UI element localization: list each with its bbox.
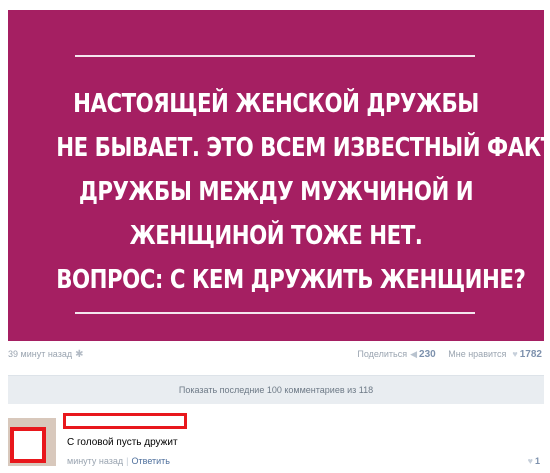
- comment-meta: минуту назад | Ответить: [67, 456, 170, 466]
- comment-like-button[interactable]: ♥ 1: [528, 456, 540, 466]
- meta-separator: |: [126, 456, 129, 466]
- comment-time[interactable]: минуту назад: [67, 456, 123, 466]
- comment-item: С головой пусть дружит минуту назад | Отве…: [8, 412, 544, 468]
- gear-icon[interactable]: ✱: [75, 349, 83, 360]
- post-meta-bar: 39 минут назад ✱ Поделиться ◀ 230 Мне нрави…: [8, 349, 542, 363]
- avatar[interactable]: [8, 418, 56, 466]
- poster-divider-top: [75, 55, 475, 57]
- post-time[interactable]: 39 минут назад: [8, 349, 72, 359]
- like-button[interactable]: Мне нравится ♥ 1782: [448, 349, 542, 360]
- share-label: Поделиться: [357, 349, 408, 359]
- author-name-redaction: [63, 413, 187, 429]
- comment-like-count: 1: [534, 456, 540, 466]
- quote-line: ВОПРОС: С КЕМ ДРУЖИТЬ ЖЕНЩИНЕ?: [56, 265, 526, 295]
- quote-line: ЖЕНЩИНОЙ ТОЖЕ НЕТ.: [129, 221, 423, 251]
- heart-icon: ♥: [527, 456, 533, 466]
- like-count: 1782: [519, 349, 542, 360]
- quote-line: НАСТОЯЩЕЙ ЖЕНСКОЙ ДРУЖБЫ: [73, 89, 479, 119]
- show-more-comments-button[interactable]: Показать последние 100 комментариев из 1…: [8, 375, 544, 404]
- quote-line: ДРУЖБЫ МЕЖДУ МУЖЧИНОЙ И: [78, 177, 474, 207]
- like-label: Мне нравится: [448, 349, 507, 359]
- share-count: 230: [419, 349, 436, 360]
- reply-link[interactable]: Ответить: [132, 456, 170, 466]
- poster-divider-bottom: [75, 312, 475, 314]
- post-image[interactable]: НАСТОЯЩЕЙ ЖЕНСКОЙ ДРУЖБЫ НЕ БЫВАЕТ. ЭТО …: [8, 10, 550, 341]
- comment-text: С головой пусть дружит: [67, 437, 178, 448]
- show-more-label: Показать последние 100 комментариев из 1…: [178, 385, 374, 395]
- megaphone-icon: ◀: [410, 349, 418, 359]
- quote-line: НЕ БЫВАЕТ. ЭТО ВСЕМ ИЗВЕСТНЫЙ ФАКТ.: [56, 133, 550, 163]
- avatar-redaction: [10, 427, 46, 463]
- heart-icon: ♥: [512, 349, 518, 359]
- poster-quote: НАСТОЯЩЕЙ ЖЕНСКОЙ ДРУЖБЫ НЕ БЫВАЕТ. ЭТО …: [56, 82, 550, 302]
- share-button[interactable]: Поделиться ◀ 230: [357, 349, 438, 360]
